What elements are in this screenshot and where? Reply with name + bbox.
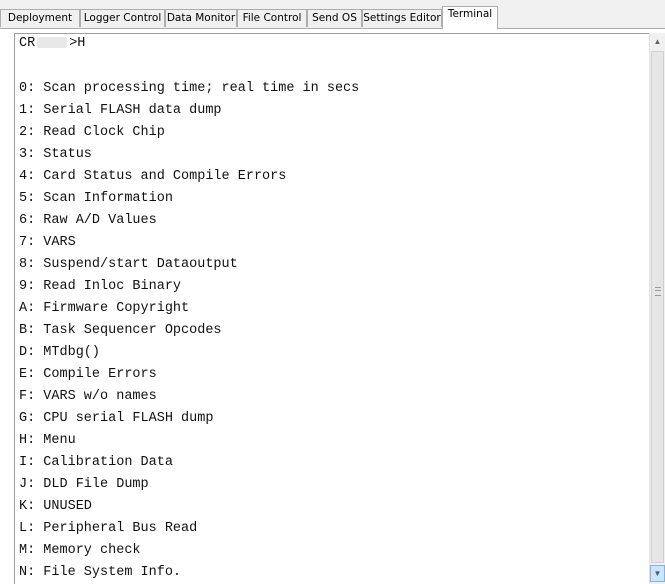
grip-icon <box>655 287 661 296</box>
menu-line: 6: Raw A/D Values <box>19 213 157 228</box>
menu-line: H: Menu <box>19 433 76 448</box>
menu-line: F: VARS w/o names <box>19 389 157 404</box>
terminal-prompt-line: CR >H <box>19 34 85 54</box>
tab-terminal[interactable]: Terminal <box>442 6 498 29</box>
menu-line: 7: VARS <box>19 235 76 250</box>
tab-bar: Deployment Logger Control Data Monitor F… <box>0 0 665 29</box>
scroll-down-arrow-icon[interactable]: ▼ <box>650 565 665 582</box>
menu-line: 1: Serial FLASH data dump <box>19 103 222 118</box>
tab-deployment[interactable]: Deployment <box>0 9 80 27</box>
menu-line: G: CPU serial FLASH dump <box>19 411 214 426</box>
menu-line: N: File System Info. <box>19 565 182 580</box>
scrollbar-thumb[interactable] <box>651 51 664 563</box>
menu-line: M: Memory check <box>19 543 141 558</box>
vertical-scrollbar[interactable]: ▲ ▼ <box>649 33 665 584</box>
menu-line: 2: Read Clock Chip <box>19 125 165 140</box>
menu-line: D: MTdbg() <box>19 345 101 360</box>
prompt-prefix: CR <box>19 36 36 51</box>
menu-line: E: Compile Errors <box>19 367 157 382</box>
menu-line: K: UNUSED <box>19 499 92 514</box>
menu-line: A: Firmware Copyright <box>19 301 190 316</box>
menu-line: B: Task Sequencer Opcodes <box>19 323 222 338</box>
menu-line: 5: Scan Information <box>19 191 173 206</box>
tab-divider <box>0 28 665 29</box>
menu-line: 8: Suspend/start Dataoutput <box>19 257 238 272</box>
menu-line: 3: Status <box>19 147 92 162</box>
terminal-output[interactable]: CR >H 0: Scan processing time; real time … <box>14 33 649 584</box>
menu-line: L: Peripheral Bus Read <box>19 521 198 536</box>
menu-line: I: Calibration Data <box>19 455 173 470</box>
menu-line: 0: Scan processing time; real time in se… <box>19 81 360 96</box>
menu-line: J: DLD File Dump <box>19 477 149 492</box>
tab-logger-control[interactable]: Logger Control <box>80 9 165 27</box>
menu-line: 4: Card Status and Compile Errors <box>19 169 287 184</box>
scroll-up-arrow-icon[interactable]: ▲ <box>650 33 665 50</box>
tab-settings-editor[interactable]: Settings Editor <box>362 9 442 27</box>
tab-send-os[interactable]: Send OS <box>307 9 362 27</box>
redacted-serial <box>37 36 68 48</box>
prompt-command: >H <box>69 36 86 51</box>
tab-data-monitor[interactable]: Data Monitor <box>165 9 237 27</box>
menu-line: 9: Read Inloc Binary <box>19 279 182 294</box>
tab-file-control[interactable]: File Control <box>237 9 307 27</box>
